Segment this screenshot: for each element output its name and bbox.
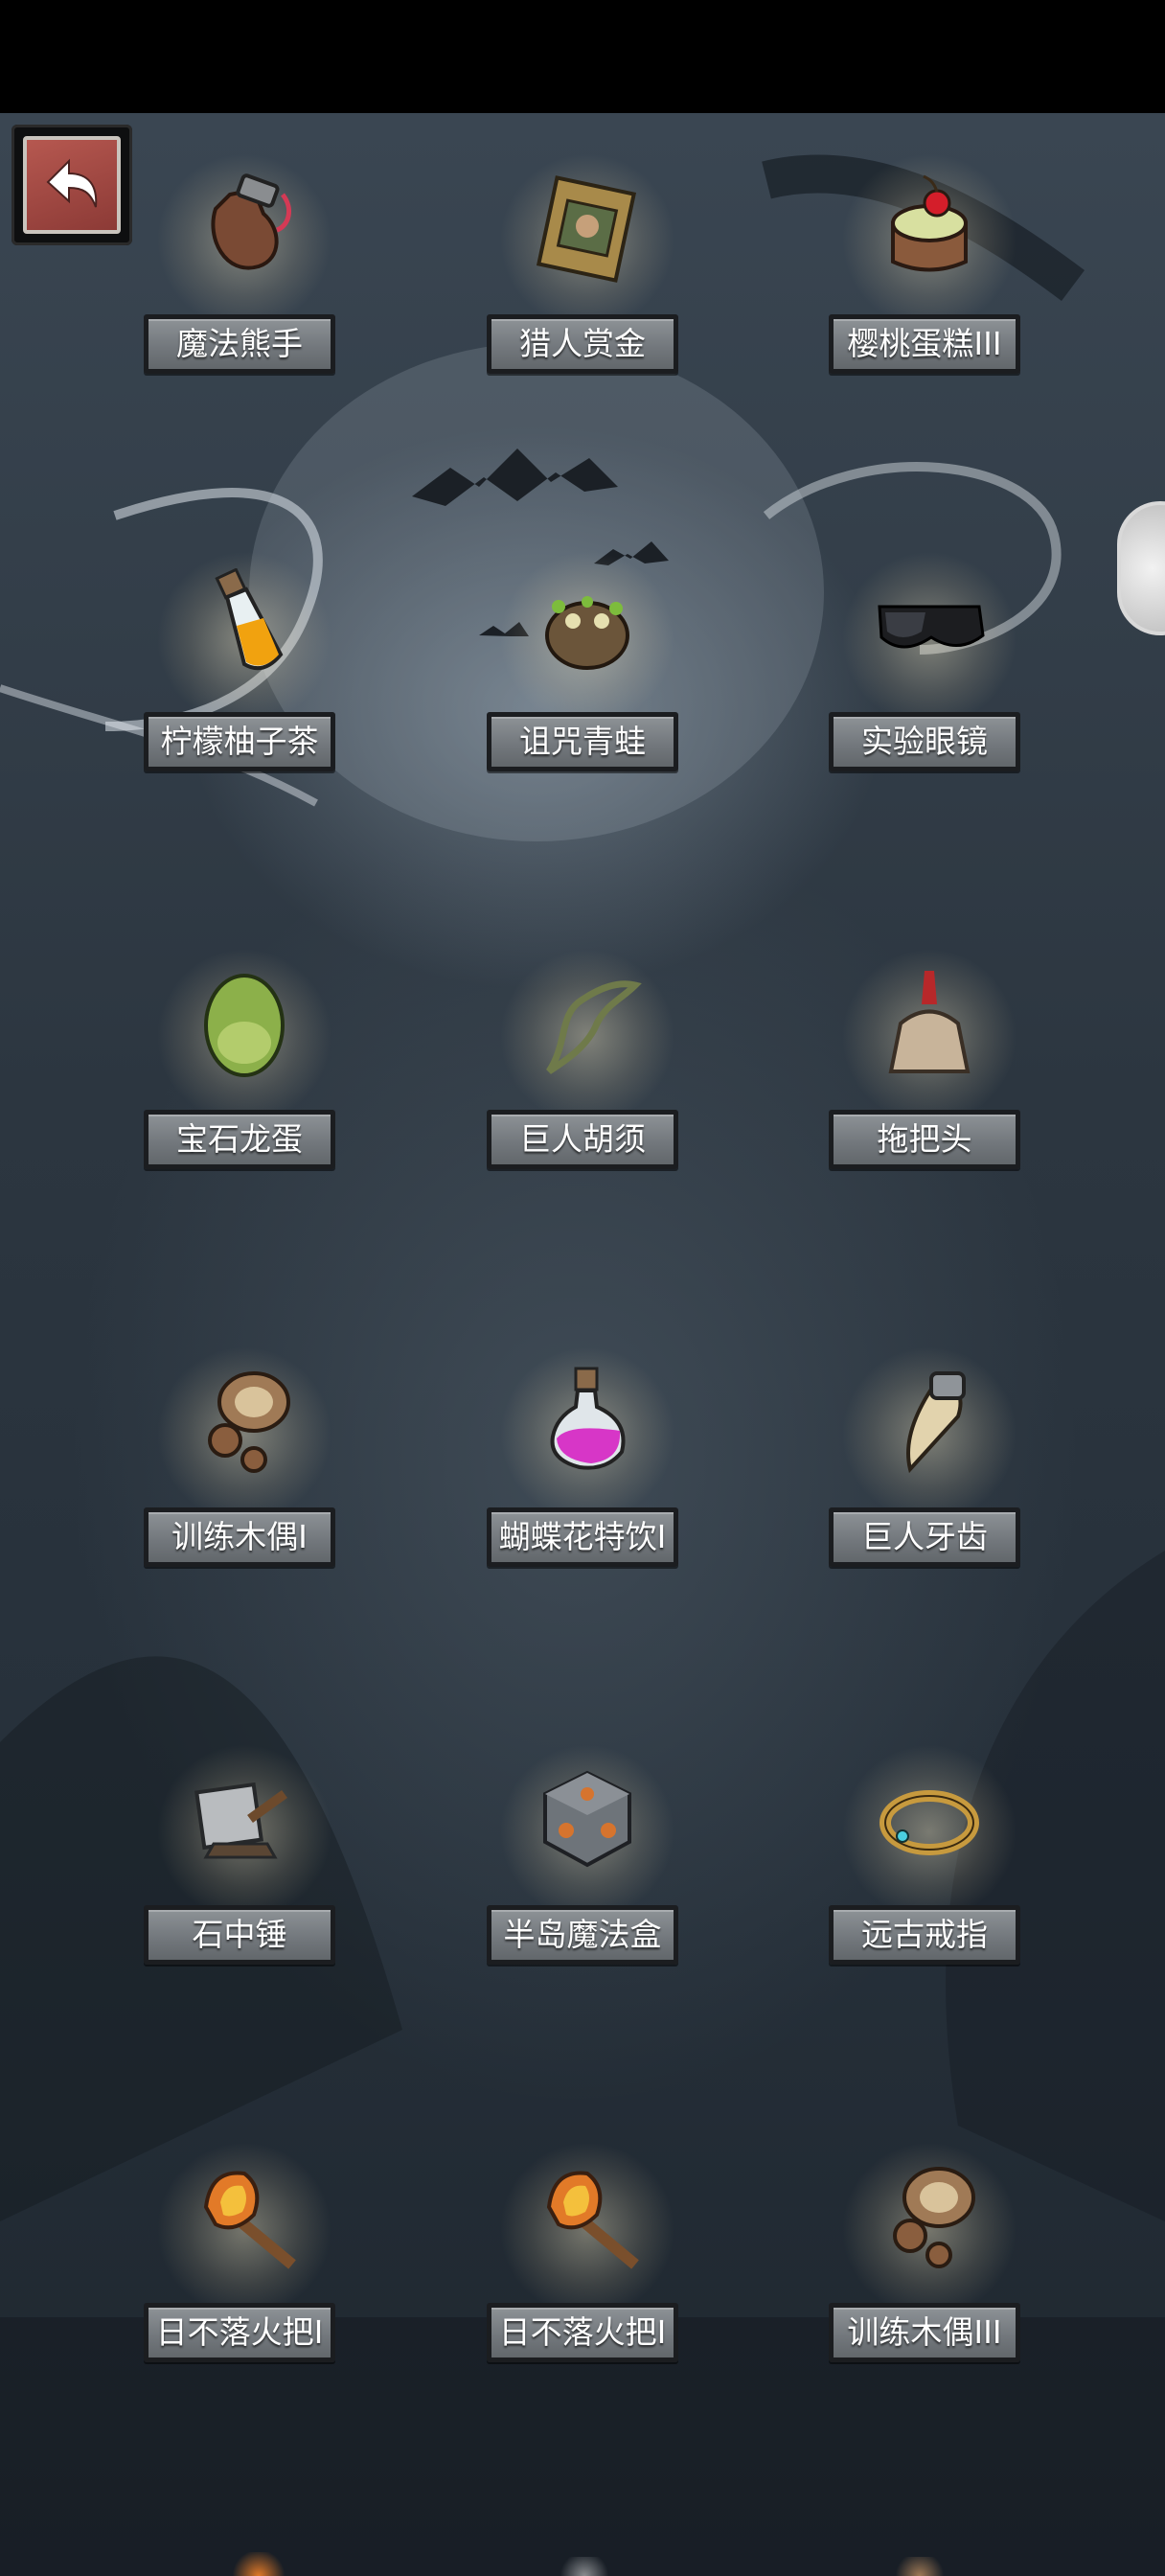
item-gallery-scene[interactable]: 魔法熊手 猎人赏金 樱桃蛋糕III 柠檬柚子茶 诅咒青蛙 实验眼镜 宝石龙蛋 巨… (0, 113, 1165, 2576)
torch-icon (203, 2171, 296, 2269)
item-label: 半岛魔法盒 (487, 1905, 678, 1965)
next-row-item-peek (891, 2557, 948, 2576)
item-card[interactable]: 巨人牙齿 (829, 1345, 1030, 1584)
item-card[interactable]: 训练木偶III (829, 2140, 1030, 2380)
item-card[interactable]: 柠檬柚子茶 (144, 549, 345, 789)
item-label: 实验眼镜 (829, 712, 1020, 771)
item-card[interactable]: 石中锤 (144, 1742, 345, 1982)
item-card[interactable]: 实验眼镜 (829, 549, 1030, 789)
bear-paw-icon (211, 173, 292, 270)
magic-cube-icon (543, 1770, 631, 1868)
giant-tooth-icon (906, 1371, 966, 1474)
item-label: 训练木偶I (144, 1507, 335, 1567)
item-label: 柠檬柚子茶 (144, 712, 335, 771)
item-card[interactable]: 训练木偶I (144, 1345, 345, 1584)
torch-icon (546, 2171, 639, 2269)
gem-dragon-egg-icon (204, 974, 285, 1077)
ancient-ring-icon (879, 1790, 979, 1855)
item-label: 巨人牙齿 (829, 1507, 1020, 1567)
item-card[interactable]: 猎人赏金 (487, 151, 688, 391)
item-label: 巨人胡须 (487, 1110, 678, 1169)
item-label: 拖把头 (829, 1110, 1020, 1169)
item-label: 远古戒指 (829, 1905, 1020, 1965)
next-row-item-peek (230, 2552, 287, 2576)
cursed-frog-icon (545, 596, 629, 670)
training-dummy-icon (208, 1371, 290, 1473)
giant-beard-icon (546, 980, 642, 1074)
wanted-poster-icon (536, 175, 637, 283)
cherry-cake-icon (891, 174, 968, 272)
item-card[interactable]: 宝石龙蛋 (144, 947, 345, 1186)
item-card[interactable]: 诅咒青蛙 (487, 549, 688, 789)
item-label: 训练木偶III (829, 2303, 1020, 2362)
item-card[interactable]: 巨人胡须 (487, 947, 688, 1186)
status-bar (0, 0, 1165, 113)
back-button[interactable] (11, 125, 132, 245)
item-label: 宝石龙蛋 (144, 1110, 335, 1169)
stone-hammer-icon (194, 1782, 287, 1859)
item-card[interactable]: 日不落火把I (144, 2140, 345, 2380)
mop-head-icon (888, 971, 971, 1073)
training-dummy-icon (893, 2167, 975, 2268)
item-card[interactable]: 蝴蝶花特饮I (487, 1345, 688, 1584)
side-panel-toggle[interactable] (1117, 501, 1165, 635)
return-arrow-icon (46, 158, 98, 208)
pink-potion-icon (550, 1367, 626, 1470)
item-label: 石中锤 (144, 1905, 335, 1965)
item-label: 日不落火把I (487, 2303, 678, 2362)
item-label: 樱桃蛋糕III (829, 314, 1020, 374)
item-label: 猎人赏金 (487, 314, 678, 374)
item-card[interactable]: 半岛魔法盒 (487, 1742, 688, 1982)
item-label: 魔法熊手 (144, 314, 335, 374)
item-label: 蝴蝶花特饮I (487, 1507, 678, 1567)
next-row-item-peek (556, 2557, 613, 2576)
item-card[interactable]: 拖把头 (829, 947, 1030, 1186)
item-label: 诅咒青蛙 (487, 712, 678, 771)
lemon-tea-bottle-icon (215, 568, 284, 671)
item-card[interactable]: 魔法熊手 (144, 151, 345, 391)
lab-goggles-icon (878, 605, 985, 649)
item-card[interactable]: 樱桃蛋糕III (829, 151, 1030, 391)
item-card[interactable]: 日不落火把I (487, 2140, 688, 2380)
item-label: 日不落火把I (144, 2303, 335, 2362)
item-card[interactable]: 远古戒指 (829, 1742, 1030, 1982)
